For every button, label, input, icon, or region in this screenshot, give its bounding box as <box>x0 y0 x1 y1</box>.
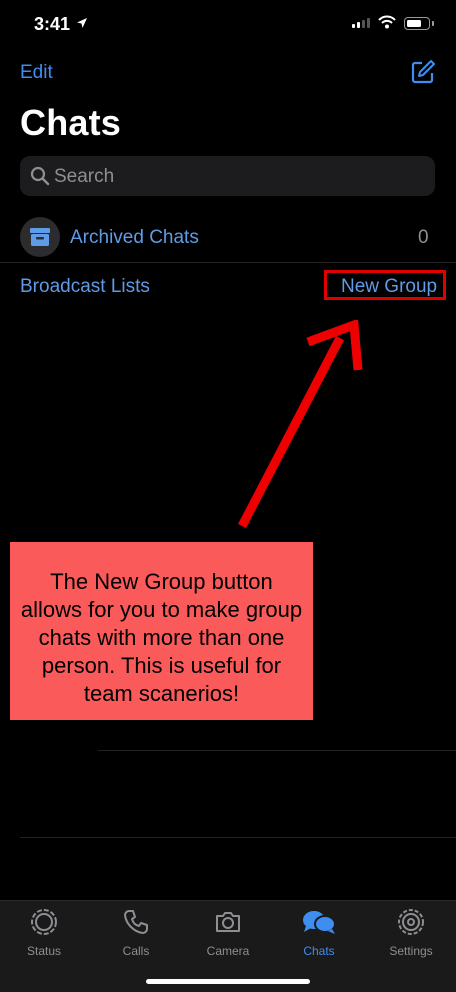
divider <box>20 837 456 838</box>
tab-status-label: Status <box>26 944 62 958</box>
archive-icon <box>30 228 50 246</box>
edit-button[interactable]: Edit <box>20 62 53 84</box>
tab-chats[interactable]: Chats <box>279 907 359 958</box>
chats-icon <box>303 911 336 934</box>
page-title: Chats <box>20 102 122 143</box>
divider <box>98 750 456 751</box>
camera-icon <box>216 912 240 932</box>
archived-chats-row[interactable] <box>20 217 60 257</box>
annotation-arrow <box>238 320 363 529</box>
status-time: 3:41 <box>34 14 71 34</box>
tab-chats-label: Chats <box>303 944 335 958</box>
location-arrow-icon <box>77 18 87 28</box>
status-icon <box>31 909 57 935</box>
search-input[interactable]: Search <box>20 156 435 196</box>
phone-icon <box>124 910 148 934</box>
tab-camera-label: Camera <box>206 944 250 958</box>
new-group-button[interactable]: New Group <box>341 276 437 298</box>
archived-chats-label[interactable]: Archived Chats <box>70 227 199 249</box>
tab-status[interactable]: Status <box>4 907 84 958</box>
search-icon <box>30 166 50 186</box>
tab-camera[interactable]: Camera <box>188 907 268 958</box>
tab-calls-label: Calls <box>122 944 150 958</box>
compose-icon[interactable] <box>410 59 436 85</box>
battery-icon <box>404 17 430 30</box>
battery-tip <box>432 21 434 26</box>
annotation-callout: The New Group button allows for you to m… <box>10 542 313 720</box>
tab-settings[interactable]: Settings <box>371 907 451 958</box>
wifi-icon <box>378 15 396 29</box>
annotation-text: The New Group button allows for you to m… <box>20 569 303 706</box>
cellular-signal-icon <box>352 18 370 28</box>
archived-chats-count: 0 <box>418 227 429 248</box>
gear-icon <box>398 909 424 935</box>
search-placeholder: Search <box>54 166 115 187</box>
home-indicator[interactable] <box>146 979 310 984</box>
divider <box>0 262 456 263</box>
broadcast-lists-link[interactable]: Broadcast Lists <box>20 276 150 298</box>
tab-settings-label: Settings <box>389 944 433 958</box>
tab-calls[interactable]: Calls <box>96 907 176 958</box>
